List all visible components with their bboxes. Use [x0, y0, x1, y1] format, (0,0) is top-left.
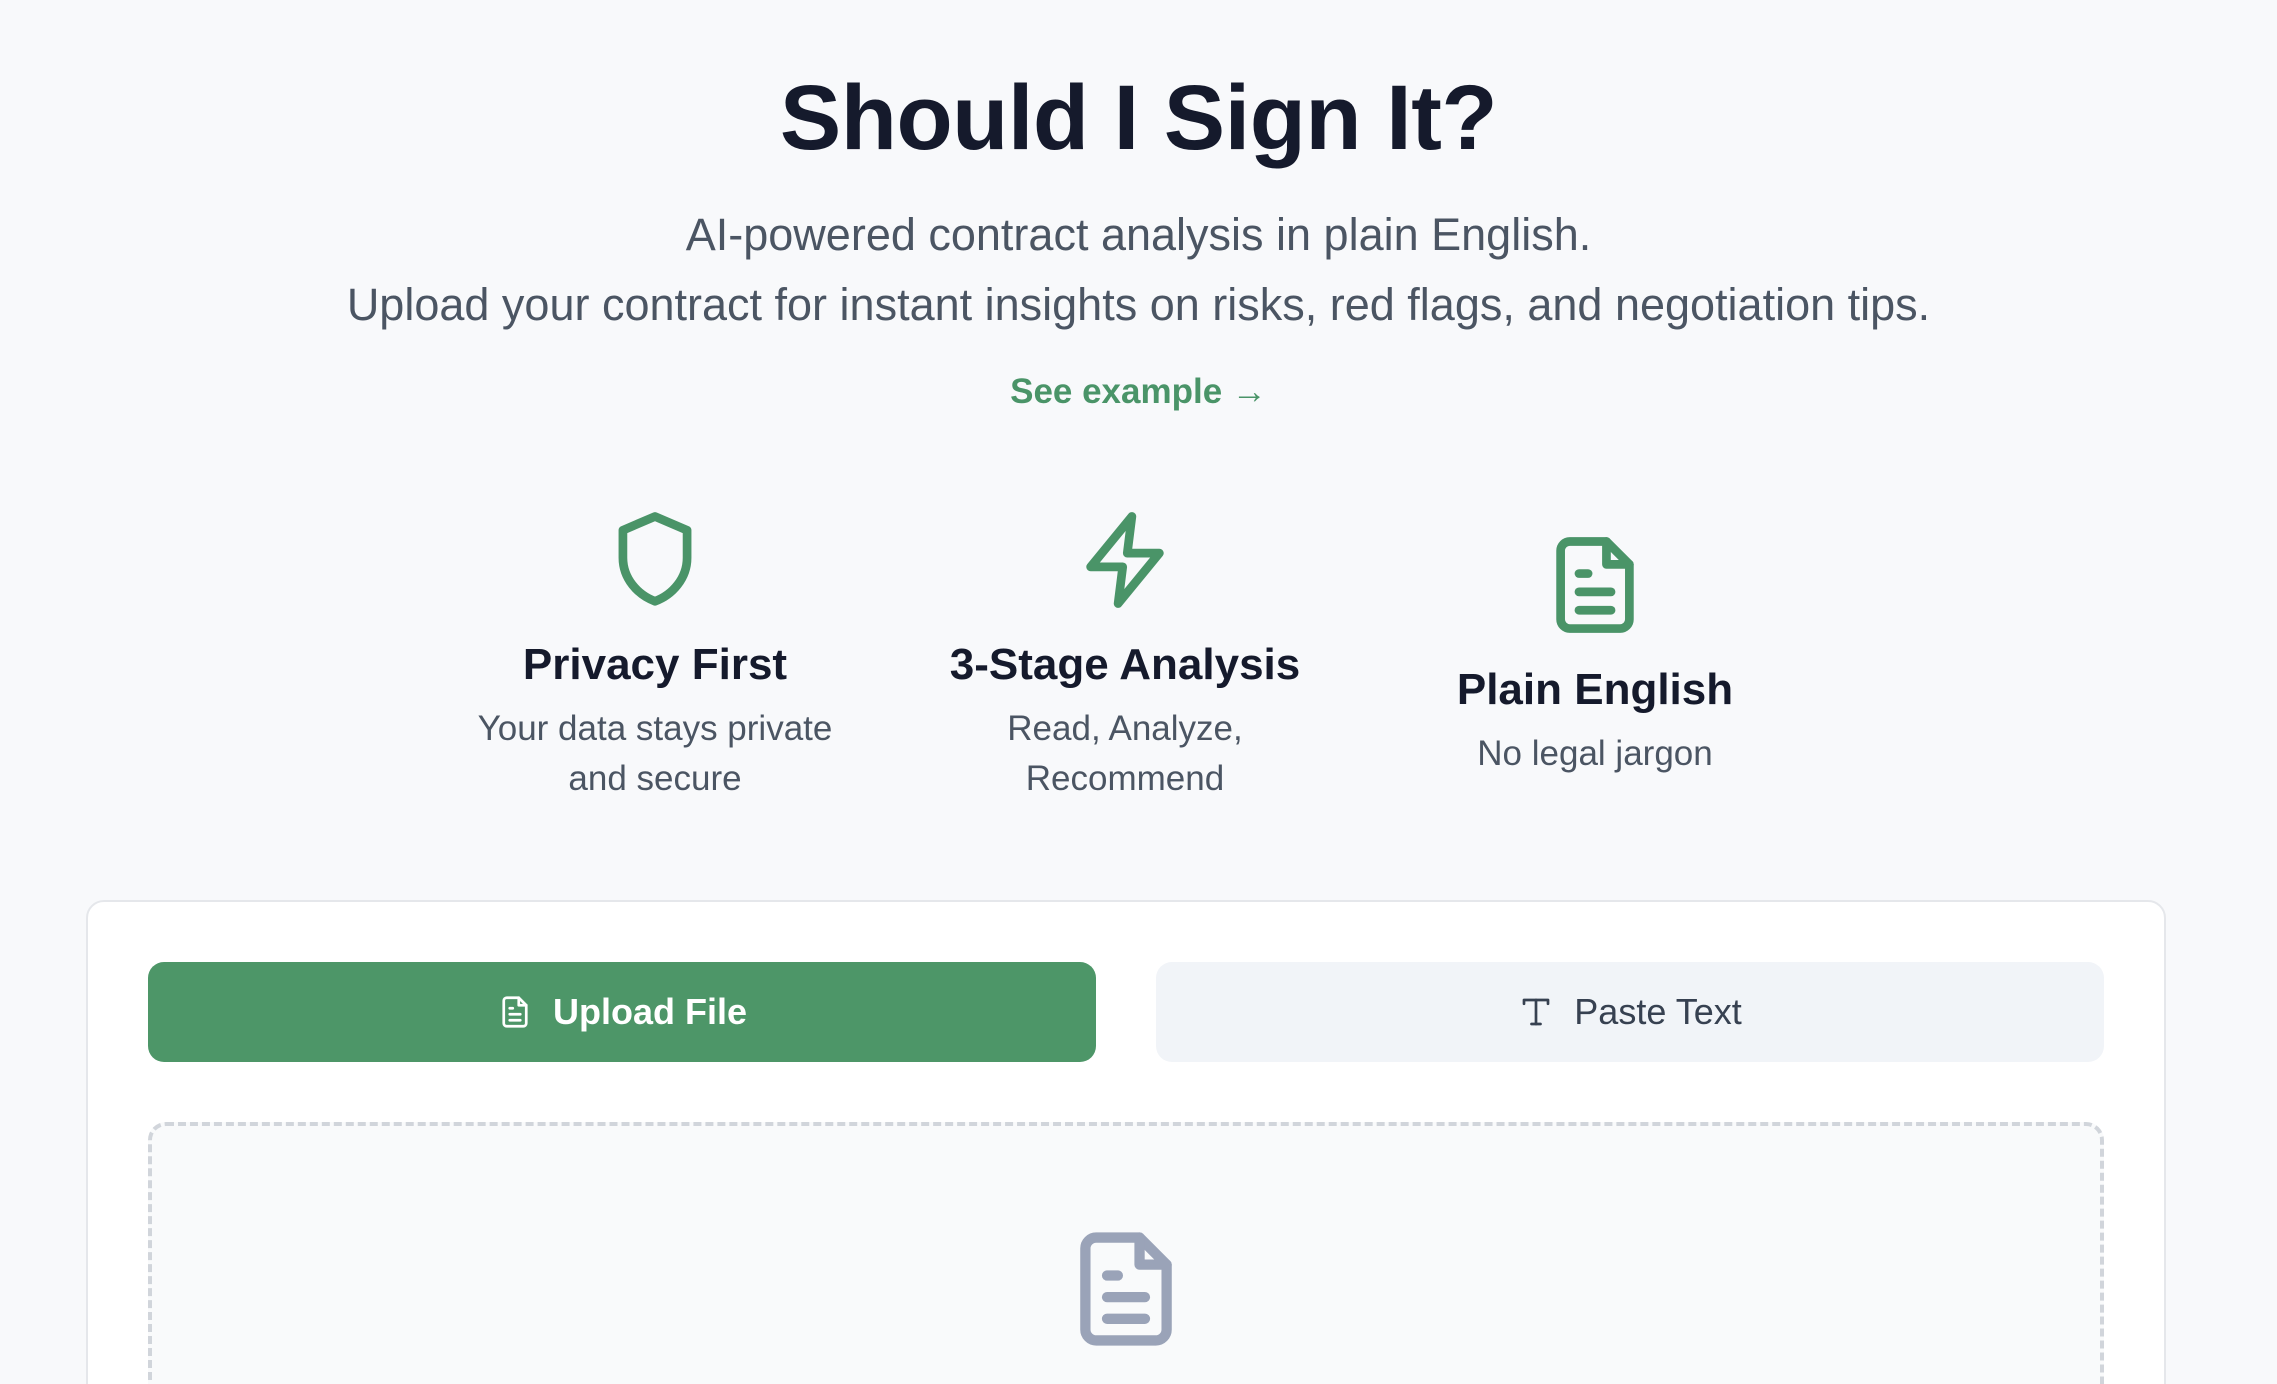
document-icon — [1080, 1232, 1172, 1346]
feature-description: No legal jargon — [1477, 734, 1713, 773]
tab-paste-text[interactable]: Paste Text — [1156, 962, 2104, 1062]
tab-upload-label: Upload File — [552, 991, 747, 1032]
landing-page: Should I Sign It? AI-powered contract an… — [0, 0, 2277, 1384]
feature-privacy: Privacy First Your data stays private an… — [425, 500, 885, 804]
feature-title: Plain English — [1456, 665, 1734, 714]
feature-analysis: 3-Stage Analysis Read, Analyze, Recommen… — [895, 500, 1355, 804]
tab-paste-label: Paste Text — [1574, 991, 1742, 1032]
feature-description: Your data stays private and secure — [477, 709, 833, 798]
feature-description: Read, Analyze, Recommend — [1007, 709, 1243, 798]
text-icon — [1522, 998, 1550, 1026]
subtitle-line-2: Upload your contract for instant insight… — [346, 279, 1931, 330]
file-dropzone[interactable] — [148, 1122, 2104, 1384]
subtitle-line-1: AI-powered contract analysis in plain En… — [685, 209, 1592, 260]
feature-plain-english: Plain English No legal jargon — [1365, 525, 1825, 779]
feature-title: 3-Stage Analysis — [949, 640, 1301, 689]
file-icon — [502, 996, 528, 1028]
lightning-icon — [1086, 512, 1164, 608]
tab-upload-file[interactable]: Upload File — [148, 962, 1096, 1062]
document-icon — [1556, 537, 1634, 633]
feature-title: Privacy First — [522, 640, 788, 689]
page-title: Should I Sign It? — [779, 67, 1498, 169]
shield-icon — [618, 512, 692, 606]
see-example-link[interactable]: See example → — [0, 372, 2277, 412]
contract-input-card: Upload File Paste Text — [86, 900, 2166, 1384]
